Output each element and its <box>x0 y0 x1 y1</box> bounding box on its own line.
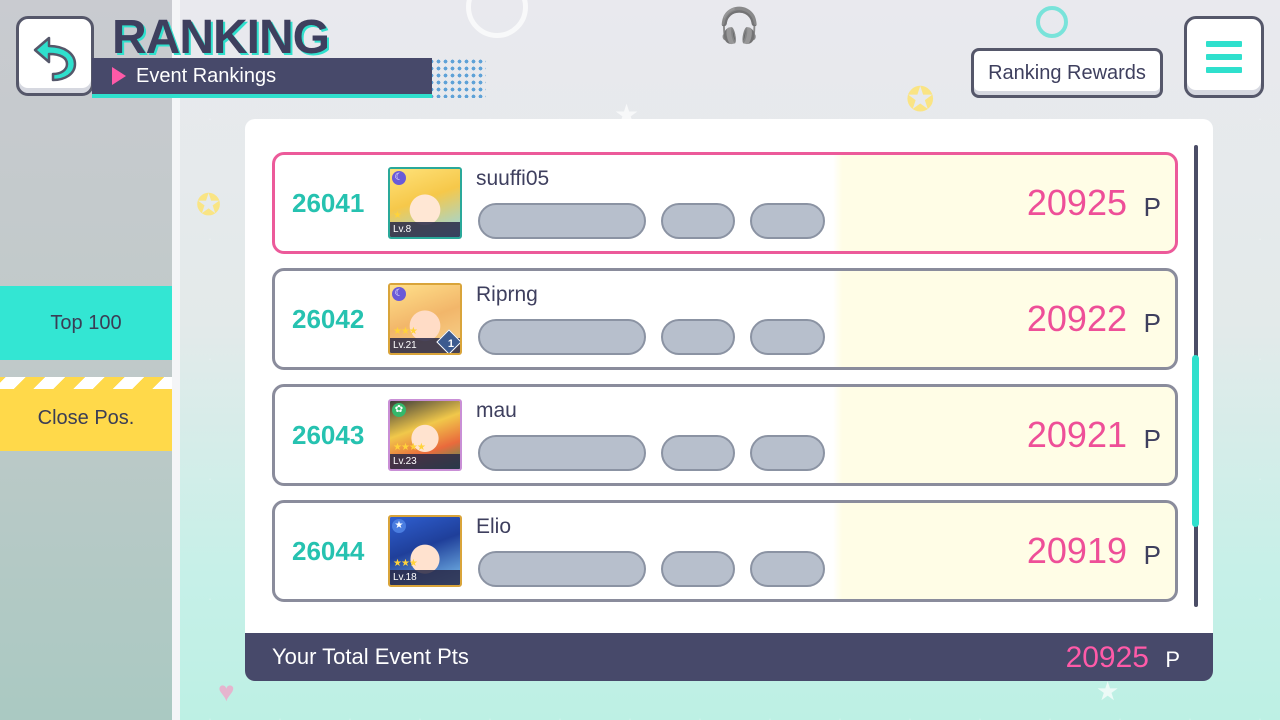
ranking-row[interactable]: 26041 ☾ ★ Lv.8 suuffi05 20925 P <box>272 152 1178 254</box>
title-badge-slot <box>478 435 646 471</box>
total-points-bar: Your Total Event Pts 20925 P <box>245 633 1213 681</box>
avatar-level: Lv.8 <box>390 222 460 237</box>
ranking-row[interactable]: 26043 ✿ ★★★★ Lv.23 mau 20921 P <box>272 384 1178 486</box>
back-arrow-icon <box>33 36 77 82</box>
title-badge-slot <box>661 551 735 587</box>
title-badge-slot <box>750 203 825 239</box>
points-unit: P <box>1143 308 1161 338</box>
star-attribute-icon: ★ <box>392 519 406 533</box>
total-points-label: Your Total Event Pts <box>272 644 469 669</box>
avatar[interactable]: ☾ ★★★ Lv.21 1 <box>388 283 462 355</box>
crown-badge-icon: ✪ <box>196 189 222 222</box>
scrollbar-thumb[interactable] <box>1192 355 1199 527</box>
heart-icon: ♥ <box>218 676 235 707</box>
menu-button[interactable] <box>1184 16 1264 98</box>
rank-number: 26042 <box>292 304 365 334</box>
ranking-rewards-button[interactable]: Ranking Rewards <box>971 48 1163 98</box>
points-unit: P <box>1143 540 1161 570</box>
left-panel <box>0 0 172 720</box>
title-badge-slot <box>750 551 825 587</box>
tab-close-pos[interactable]: Close Pos. <box>0 377 172 451</box>
avatar[interactable]: ★ ★★★ Lv.18 <box>388 515 462 587</box>
page-subtitle: Event Rankings <box>136 64 277 87</box>
event-points: 20919 <box>1026 530 1127 571</box>
rarity-stars: ★★★★ <box>393 442 426 453</box>
title-badge-slot <box>750 319 825 355</box>
ranking-row[interactable]: 26042 ☾ ★★★ Lv.21 1 Riprng 20922 P <box>272 268 1178 370</box>
title-badge-slot <box>661 203 735 239</box>
ranking-row[interactable]: 26044 ★ ★★★ Lv.18 Elio 20919 P <box>272 500 1178 602</box>
ranking-panel: 26041 ☾ ★ Lv.8 suuffi05 20925 P 26042 ☾ … <box>245 119 1213 681</box>
back-button[interactable] <box>16 16 94 96</box>
rank-number: 26043 <box>292 420 365 450</box>
event-points: 20921 <box>1026 414 1127 455</box>
player-name: Riprng <box>476 283 538 306</box>
leaf-attribute-icon: ✿ <box>392 403 406 417</box>
total-points-unit: P <box>1165 647 1180 672</box>
title-badge-slot <box>750 435 825 471</box>
page-title: RANKING <box>112 11 330 64</box>
avatar[interactable]: ✿ ★★★★ Lv.23 <box>388 399 462 471</box>
tab-top-100[interactable]: Top 100 <box>0 286 172 360</box>
title-badge-slot <box>661 435 735 471</box>
title-badge-slot <box>478 319 646 355</box>
moon-attribute-icon: ☾ <box>392 171 406 185</box>
rank-number: 26041 <box>292 188 365 218</box>
title-badge-slot <box>478 203 646 239</box>
tab-top-100-label: Top 100 <box>50 311 122 334</box>
points-unit: P <box>1143 424 1161 454</box>
event-points: 20925 <box>1026 182 1127 223</box>
mastery-rank: 1 <box>447 338 454 350</box>
crown-badge-icon: ✪ <box>906 81 935 119</box>
rank-number: 26044 <box>292 536 365 566</box>
ring-icon <box>1036 6 1068 38</box>
player-name: suuffi05 <box>476 167 550 190</box>
left-panel-divider <box>172 0 180 720</box>
moon-attribute-icon: ☾ <box>392 287 406 301</box>
rarity-stars: ★ <box>393 210 402 221</box>
event-points: 20922 <box>1026 298 1127 339</box>
points-unit: P <box>1143 192 1161 222</box>
ranking-rewards-label: Ranking Rewards <box>988 61 1146 84</box>
tab-close-pos-label: Close Pos. <box>37 406 135 429</box>
play-arrow-icon <box>112 67 126 85</box>
headphones-icon: 🎧 <box>718 7 761 45</box>
total-points-value: 20925 <box>1065 641 1149 674</box>
title-badge-slot <box>661 319 735 355</box>
player-name: mau <box>476 399 517 422</box>
avatar[interactable]: ☾ ★ Lv.8 <box>388 167 462 239</box>
avatar-level: Lv.23 <box>390 454 460 469</box>
title-badge-slot <box>478 551 646 587</box>
hamburger-menu-icon <box>1206 41 1242 73</box>
rarity-stars: ★★★ <box>393 326 418 337</box>
player-name: Elio <box>476 515 512 538</box>
avatar-level: Lv.18 <box>390 570 460 585</box>
rarity-stars: ★★★ <box>393 558 418 569</box>
